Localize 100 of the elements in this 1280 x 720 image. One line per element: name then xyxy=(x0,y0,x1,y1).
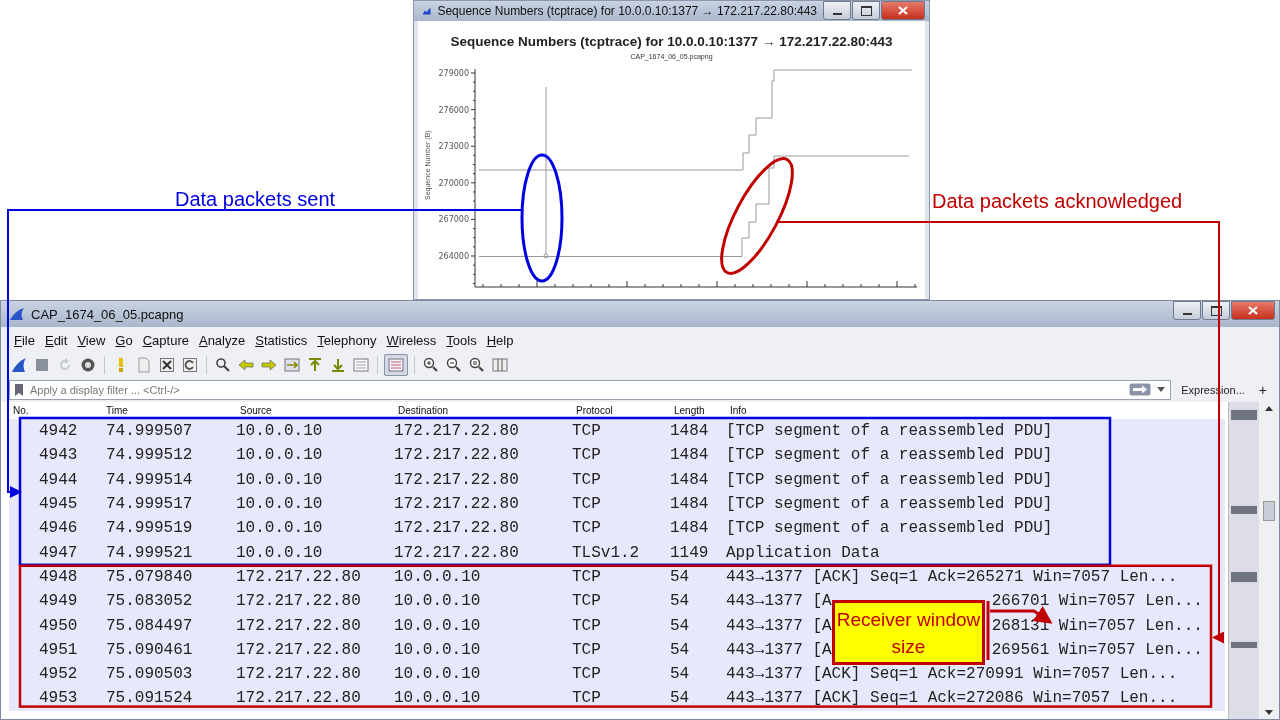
toolbar-button[interactable] xyxy=(180,355,200,375)
table-cell-text: 172.217.22.80 xyxy=(236,567,362,586)
minimize-button[interactable] xyxy=(823,1,851,20)
table-cell-text: 54 xyxy=(670,567,691,586)
column-header[interactable]: Time xyxy=(106,405,236,416)
scroll-up-icon[interactable] xyxy=(1265,406,1273,411)
menu-item[interactable]: Capture xyxy=(137,330,194,350)
packet-row[interactable]: 4947 74.999521 10.0.0.10 172.217.22.80 TLSv1.2 1149 Application Data xyxy=(9,540,1225,565)
colorize-toggle[interactable] xyxy=(384,354,408,376)
left-arrow-icon xyxy=(238,357,254,373)
minimize-button[interactable] xyxy=(1173,301,1201,320)
table-cell-text: 4951 xyxy=(38,640,79,659)
menu-item[interactable]: Statistics xyxy=(250,330,313,350)
chart-title: Sequence Numbers (tcptrace) for 10.0.0.10:1377 → 172.217.22.80:443 xyxy=(450,34,893,49)
close-icon xyxy=(1248,306,1258,315)
column-header[interactable]: Length xyxy=(670,405,726,416)
table-cell-text: 4947 xyxy=(38,543,79,562)
column-header[interactable]: No. xyxy=(9,405,106,416)
table-cell-text: TCP xyxy=(572,665,602,684)
tick-label: 273000 xyxy=(438,142,469,152)
table-cell-text: 74.999514 xyxy=(106,470,194,489)
table-cell-text: 54 xyxy=(670,689,691,708)
table-cell-text: TCP xyxy=(572,592,602,611)
close-icon xyxy=(898,6,908,15)
packet-row[interactable]: 4949 75.083052 172.217.22.80 10.0.0.10 TCP 54 443→1377 [A 266701 Win=7057 Len... xyxy=(9,589,1225,614)
table-cell-text: 172.217.22.80 xyxy=(394,543,520,562)
table-cell-text: TCP xyxy=(572,640,602,659)
column-header[interactable]: Destination xyxy=(394,405,572,416)
document-icon xyxy=(136,357,152,373)
scrollbar[interactable] xyxy=(1259,402,1279,719)
table-cell-text: TCP xyxy=(572,495,602,514)
table-cell-text: 54 xyxy=(670,640,691,659)
restart-icon xyxy=(57,357,73,373)
menu-item[interactable]: Wireless xyxy=(381,330,442,350)
table-cell-text: 1484 xyxy=(670,519,710,538)
packet-row[interactable]: 4943 74.999512 10.0.0.10 172.217.22.80 TCP 1484 [TCP segment of a reassembled PDU] xyxy=(9,443,1225,468)
packet-row[interactable]: 4944 74.999514 10.0.0.10 172.217.22.80 TCP 1484 [TCP segment of a reassembled PDU] xyxy=(9,467,1225,492)
menu-item[interactable]: Analyze xyxy=(193,330,251,350)
packet-row[interactable]: 4952 75.090503 172.217.22.80 10.0.0.10 TCP 54 443→1377 [ACK] Seq=1 Ack=270991 Win=7057 Len... xyxy=(9,661,1225,687)
packet-row[interactable]: 4946 74.999519 10.0.0.10 172.217.22.80 TCP 1484 [TCP segment of a reassembled PDU] xyxy=(9,516,1225,541)
gear-icon xyxy=(80,357,96,373)
table-cell-text: 74.999521 xyxy=(106,543,194,562)
table-cell: 269561 Win=7057 Len... xyxy=(991,640,1203,659)
zoom-in-icon xyxy=(423,357,439,373)
packet-minimap[interactable] xyxy=(1228,402,1259,719)
column-header[interactable]: Protocol xyxy=(572,405,670,416)
table-cell-text: TCP xyxy=(572,519,602,538)
packet-row[interactable]: 4953 75.091524 172.217.22.80 10.0.0.10 TCP 54 443→1377 [ACK] Seq=1 Ack=272086 Win=7057 Len... xyxy=(9,686,1225,711)
bookmark-icon[interactable] xyxy=(14,382,24,397)
packet-row[interactable]: 4945 74.999517 10.0.0.10 172.217.22.80 TCP 1484 [TCP segment of a reassembled PDU] xyxy=(9,491,1225,517)
window-title: CAP_1674_06_05.pcapng xyxy=(31,306,184,322)
scroll-down-icon[interactable] xyxy=(1265,710,1273,715)
table-cell-text: 10.0.0.10 xyxy=(236,446,324,465)
table-cell-text: 172.217.22.80 xyxy=(236,592,362,611)
table-cell-text: 172.217.22.80 xyxy=(394,422,520,441)
menu-item[interactable]: Help xyxy=(481,330,519,350)
table-cell-text: 4950 xyxy=(38,616,79,635)
table-cell-text: 74.999507 xyxy=(106,422,194,441)
maximize-button[interactable] xyxy=(852,1,880,20)
menu-item[interactable]: File xyxy=(9,330,40,350)
table-cell-text: 172.217.22.80 xyxy=(236,689,362,708)
table-cell-text: 74.999519 xyxy=(106,519,194,538)
table-cell-text: 172.217.22.80 xyxy=(236,665,362,684)
caret-icon[interactable] xyxy=(1157,386,1166,392)
menu-item[interactable]: Tools xyxy=(441,330,482,350)
close-button[interactable] xyxy=(881,1,925,20)
scroll-thumb[interactable] xyxy=(1263,501,1275,521)
add-button[interactable]: + xyxy=(1254,381,1271,398)
table-cell-text: 172.217.22.80 xyxy=(236,616,362,635)
table-cell-text: 443→1377 [ACK] Seq=1 Ack=272086 Win=7057 Len... xyxy=(726,689,1179,708)
maximize-button[interactable] xyxy=(1202,301,1230,320)
table-cell-text: 74.999517 xyxy=(106,495,194,514)
menu-item[interactable]: Go xyxy=(110,330,138,350)
table-cell: 266701 Win=7057 Len... xyxy=(991,592,1203,611)
table-cell-text: 1484 xyxy=(670,422,710,441)
table-cell-text: 1484 xyxy=(670,495,710,514)
table-cell-text: 10.0.0.10 xyxy=(394,567,482,586)
close-button[interactable] xyxy=(1231,301,1275,320)
menu-item[interactable]: Telephony xyxy=(312,330,382,350)
table-cell-text: 10.0.0.10 xyxy=(394,640,482,659)
table-cell-text: [TCP segment of a reassembled PDU] xyxy=(726,519,1054,538)
table-cell-text: 172.217.22.80 xyxy=(394,470,520,489)
column-header[interactable]: Info xyxy=(726,405,1225,416)
menu-item[interactable]: Edit xyxy=(39,330,73,350)
tick-label: 264000 xyxy=(438,252,469,261)
table-cell-text: [TCP segment of a reassembled PDU] xyxy=(726,422,1054,441)
columns-icon xyxy=(492,357,508,373)
column-header[interactable]: Source xyxy=(236,405,394,416)
table-cell-text: 10.0.0.10 xyxy=(236,543,324,562)
table-cell-text: 75.079840 xyxy=(106,567,194,586)
table-cell-text: 75.083052 xyxy=(106,592,194,611)
toolbar-button[interactable] xyxy=(9,355,29,375)
menu-item[interactable]: View xyxy=(72,330,111,350)
bottom-icon xyxy=(330,357,346,373)
toolbar-button[interactable] xyxy=(157,355,177,375)
filter-field[interactable]: Apply a display filter ... <Ctrl-/> xyxy=(9,379,1172,400)
packet-row[interactable]: 4942 74.999507 10.0.0.10 172.217.22.80 TCP 1484 [TCP segment of a reassembled PDU] xyxy=(9,419,1225,444)
table-cell-text: TCP xyxy=(572,616,602,635)
table-cell-text: [TCP segment of a reassembled PDU] xyxy=(726,470,1054,489)
right-arrow-icon xyxy=(261,357,277,373)
